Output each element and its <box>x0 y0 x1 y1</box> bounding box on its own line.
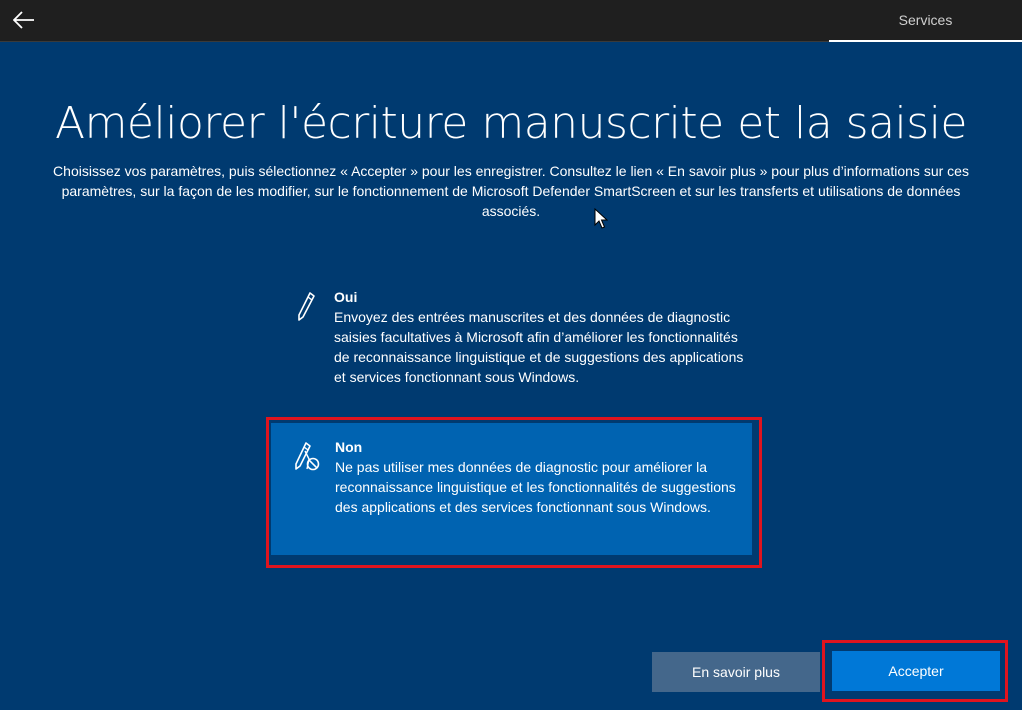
learn-more-button[interactable]: En savoir plus <box>652 652 820 692</box>
option-description: Ne pas utiliser mes données de diagnosti… <box>335 459 736 515</box>
option-heading: Oui <box>334 289 358 305</box>
option-heading: Non <box>335 439 363 455</box>
pen-blocked-icon <box>295 442 320 471</box>
accept-button[interactable]: Accepter <box>832 651 1000 691</box>
mouse-cursor-icon <box>594 208 608 229</box>
option-no[interactable]: Non Ne pas utiliser mes données de diagn… <box>271 423 752 555</box>
option-description: Envoyez des entrées manuscrites et des d… <box>334 309 744 385</box>
page-title: Améliorer l'écriture manuscrite et la sa… <box>54 98 968 149</box>
pen-icon <box>298 292 315 321</box>
top-bar: Services <box>0 0 1022 42</box>
arrow-left-icon <box>13 11 34 29</box>
page-subtitle: Choisissez vos paramètres, puis sélectio… <box>53 163 969 219</box>
back-button[interactable] <box>10 6 38 34</box>
tab-services[interactable]: Services <box>829 0 1022 42</box>
option-yes[interactable]: Oui Envoyez des entrées manuscrites et d… <box>282 283 752 413</box>
